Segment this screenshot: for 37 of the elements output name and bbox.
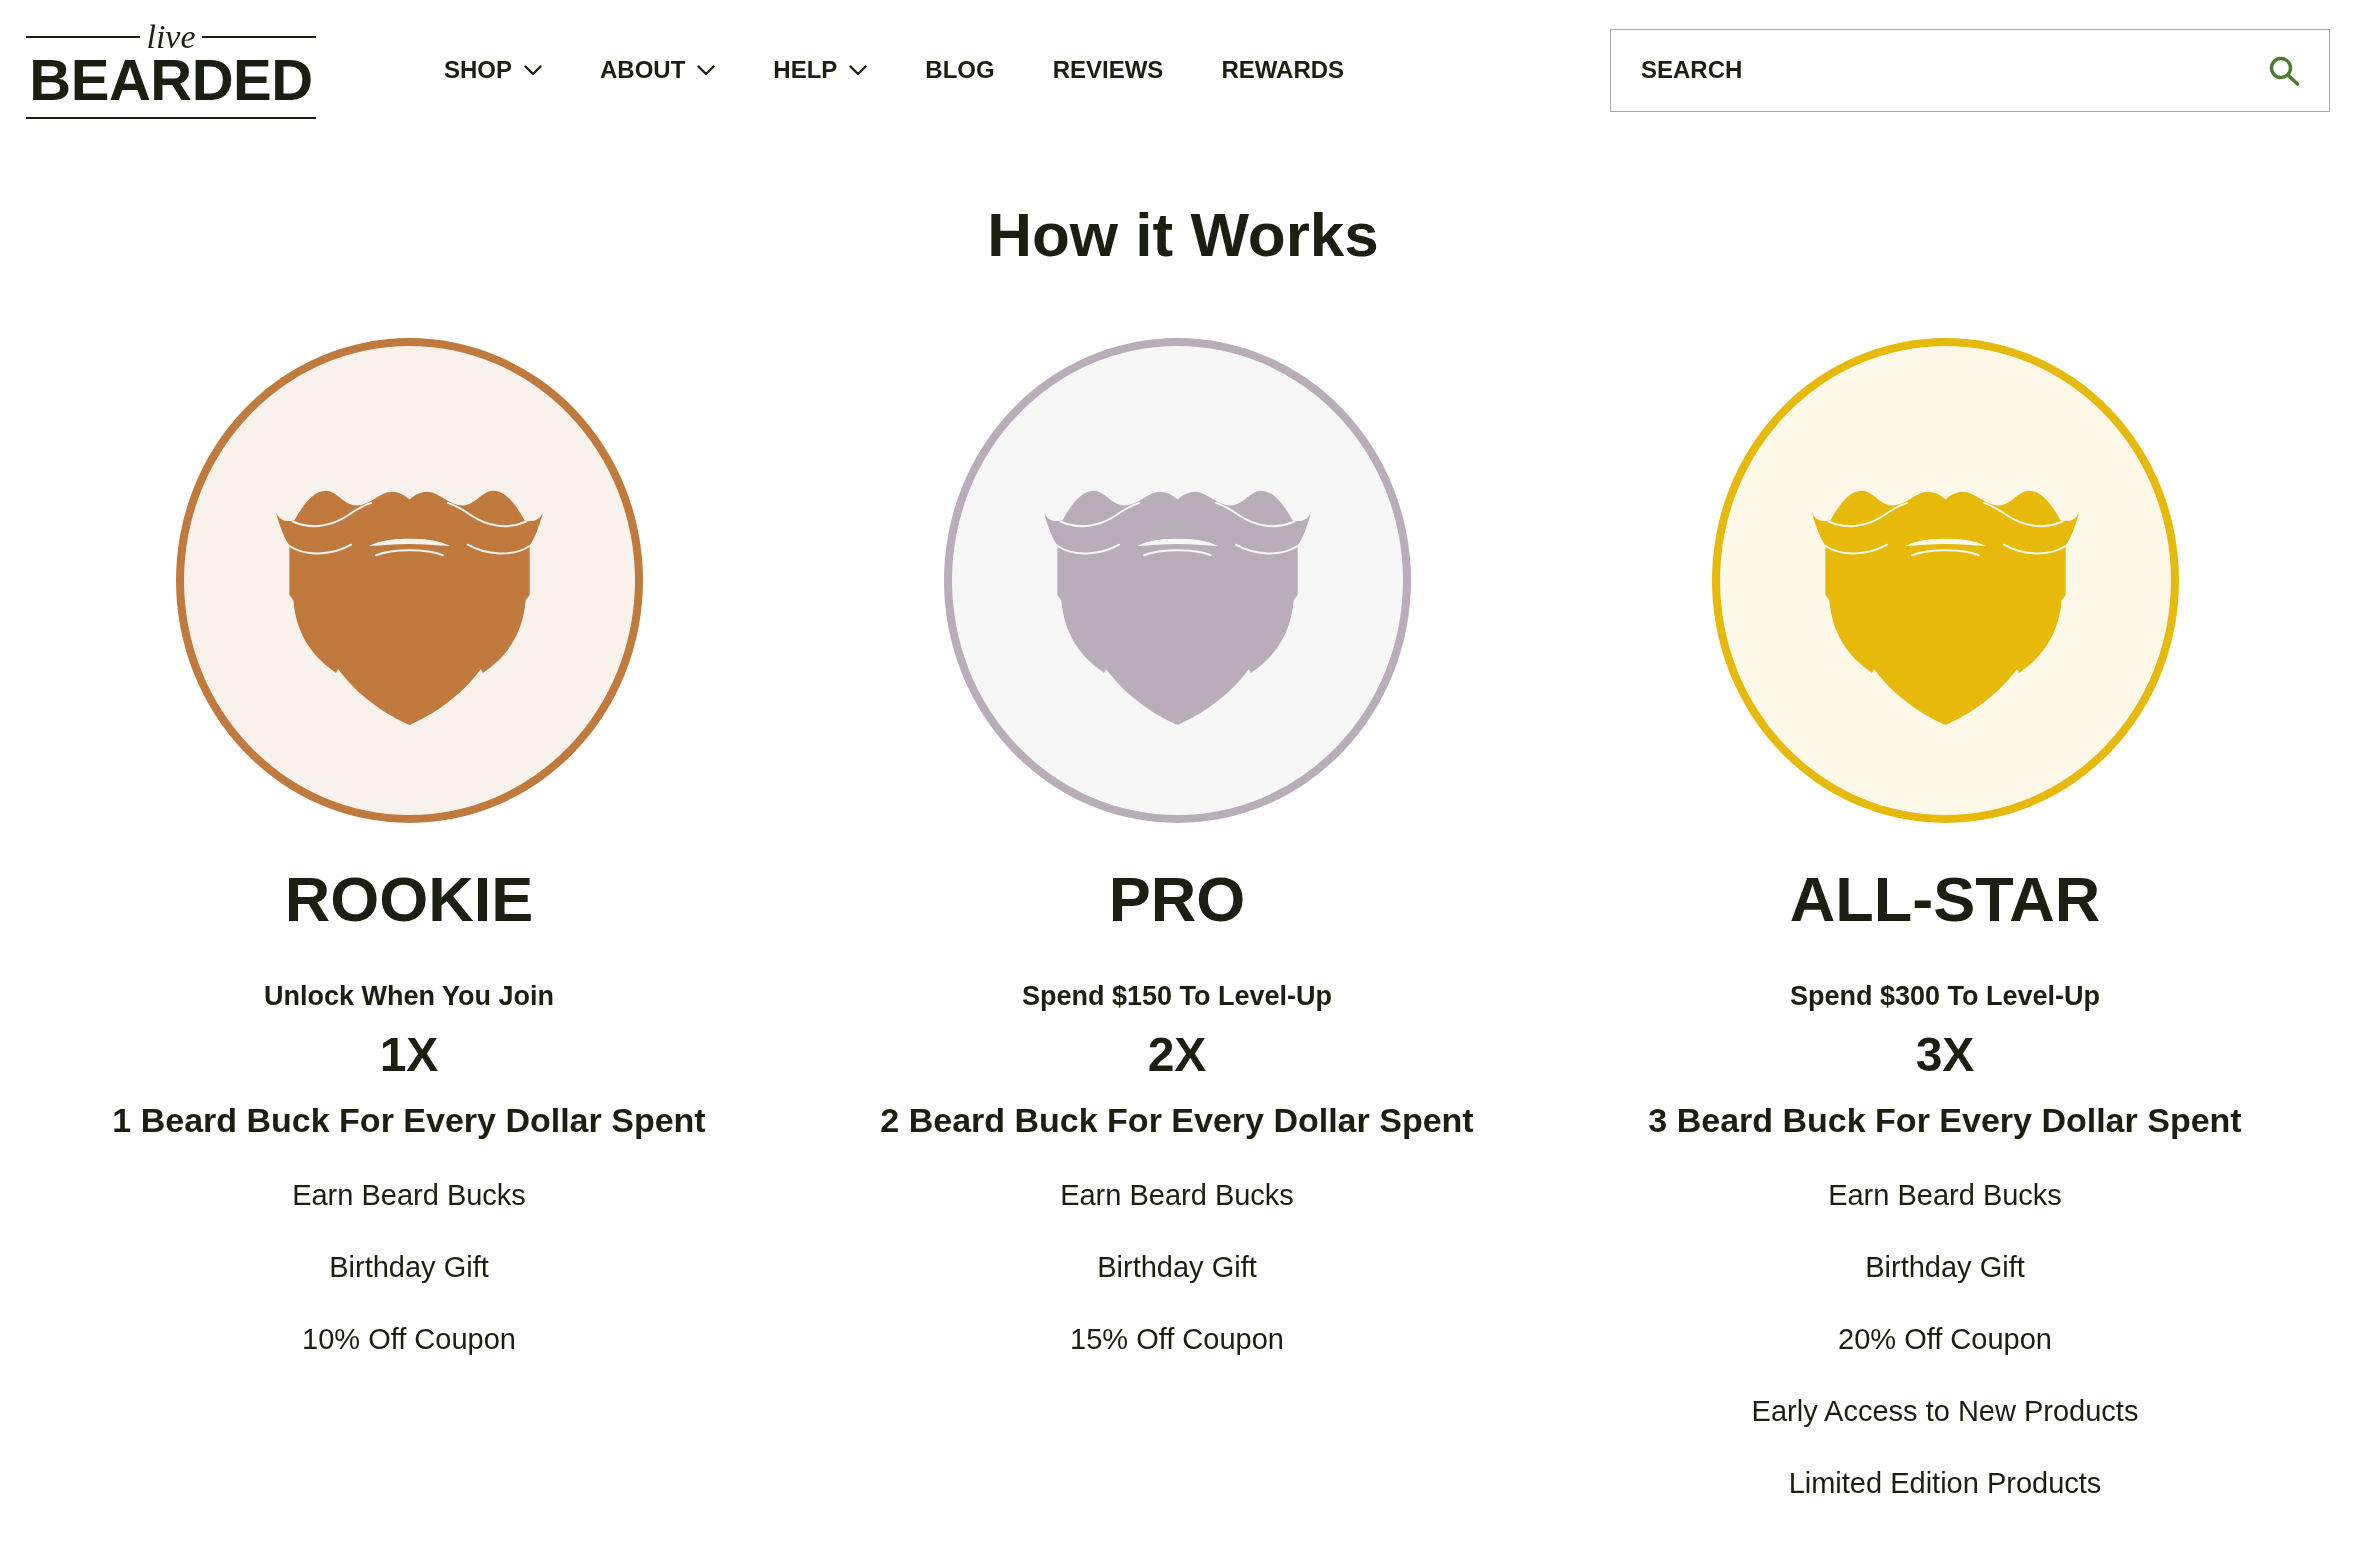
perk-item: Birthday Gift [1097,1250,1257,1285]
perk-item: Early Access to New Products [1751,1394,2139,1429]
perk-item: Earn Beard Bucks [292,1178,526,1213]
perk-item: Birthday Gift [329,1250,489,1285]
tier-requirement: Unlock When You Join [264,980,554,1013]
nav-menu-item[interactable]: BLOG [925,55,995,85]
earn-rate-text: 1 Beard Buck For Every Dollar Spent [112,1100,706,1141]
tier-requirement: Spend $150 To Level-Up [1021,980,1333,1013]
tier-multiplier: 1X [379,1029,439,1081]
perk-item: 10% Off Coupon [302,1322,516,1357]
perk-item: 15% Off Coupon [1070,1322,1284,1357]
logo-wordmark[interactable]: BEARDED [26,53,316,107]
nav-menu-item[interactable]: REVIEWS [1052,55,1164,85]
perk-item: Birthday Gift [1865,1250,2025,1285]
tier-multiplier: 2X [1147,1029,1207,1081]
tier-multiplier: 3X [1915,1029,1975,1081]
chevron-down-icon [849,64,868,76]
section-title: How it Works [987,199,1379,271]
tier-name: PRO [1108,867,1246,931]
chevron-down-icon [697,64,716,76]
perk-item: Limited Edition Products [1788,1466,2102,1501]
perk-item: 20% Off Coupon [1838,1322,2052,1357]
nav-menu-item[interactable]: ABOUT [600,55,716,85]
search-icon[interactable] [2269,55,2300,86]
nav-menu-item[interactable]: HELP [773,55,868,85]
earn-rate-text: 2 Beard Buck For Every Dollar Spent [880,1100,1474,1141]
tier-name: ROOKIE [284,867,534,931]
chevron-down-icon [524,64,542,76]
search-field[interactable]: SEARCH [1610,28,2330,112]
earn-rate-text: 3 Beard Buck For Every Dollar Spent [1648,1100,2242,1141]
nav-menu-item[interactable]: REWARDS [1221,55,1345,85]
perk-item: Earn Beard Bucks [1828,1178,2062,1213]
perk-item: Earn Beard Bucks [1060,1178,1294,1213]
logo-script-text[interactable]: live [140,21,202,53]
tier-requirement: Spend $300 To Level-Up [1789,980,2101,1013]
tier-name: ALL-STAR [1789,867,2101,931]
nav-menu-item[interactable]: SHOP [444,55,542,85]
